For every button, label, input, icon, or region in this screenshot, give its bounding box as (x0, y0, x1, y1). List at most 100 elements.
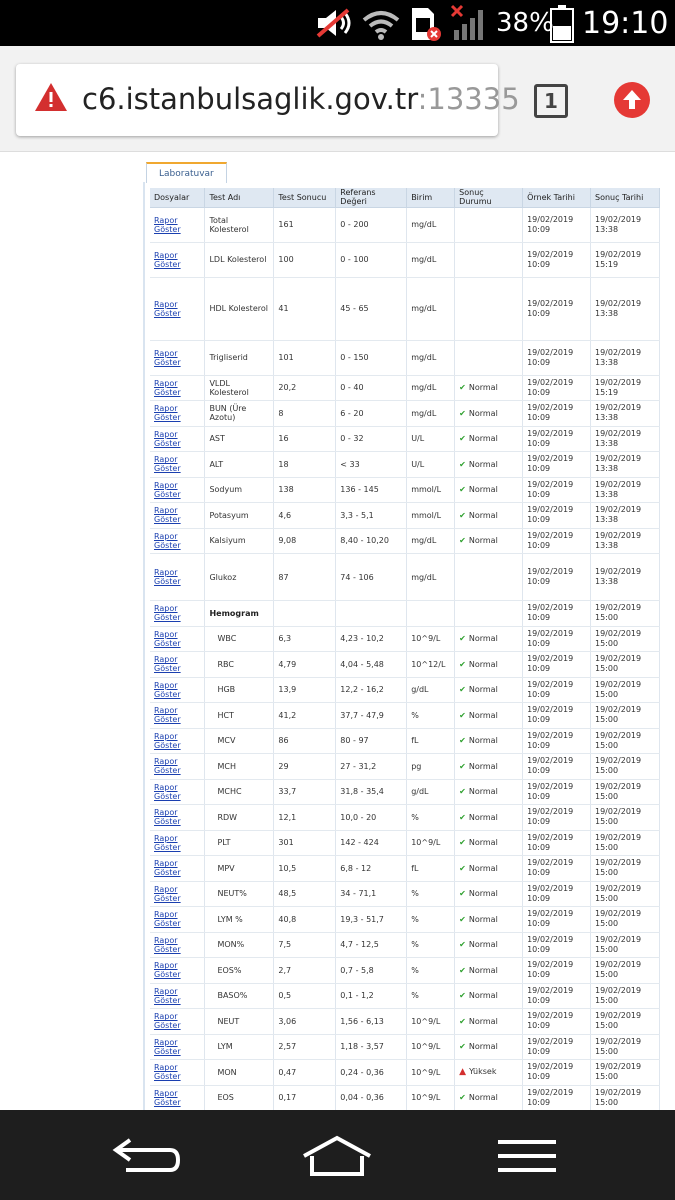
cell-referans: 45 - 65 (335, 277, 408, 341)
rapor-goster-link[interactable]: Rapor Göster (154, 349, 181, 367)
cell-dosya[interactable]: Rapor Göster (150, 400, 206, 427)
cell-test-sonucu: 100 (273, 242, 337, 278)
cell-dosya[interactable]: Rapor Göster (150, 426, 206, 452)
cell-dosya[interactable]: Rapor Göster (150, 528, 206, 554)
reference-range: 12,2 - 16,2 (340, 685, 384, 695)
tab-laboratuvar[interactable]: Laboratuvar (146, 162, 227, 183)
reference-range: 0,24 - 0,36 (340, 1067, 384, 1077)
rapor-goster-link[interactable]: Rapor Göster (154, 506, 181, 524)
cell-dosya[interactable]: Rapor Göster (150, 1008, 206, 1035)
cell-dosya[interactable]: Rapor Göster (150, 207, 206, 243)
cell-dosya[interactable]: Rapor Göster (150, 728, 206, 754)
cell-sonuc-tarihi: 19/02/2019 15:00 (590, 1034, 660, 1060)
cell-referans: 6,8 - 12 (335, 855, 408, 882)
cell-dosya[interactable]: Rapor Göster (150, 1059, 206, 1086)
cell-dosya[interactable]: Rapor Göster (150, 451, 206, 478)
cell-test-sonucu: 8 (273, 400, 337, 427)
rapor-goster-link[interactable]: Rapor Göster (154, 481, 181, 499)
header-test-adi[interactable]: Test Adı (204, 188, 275, 208)
warning-icon[interactable] (34, 82, 68, 112)
cell-dosya[interactable]: Rapor Göster (150, 753, 206, 780)
rapor-goster-link[interactable]: Rapor Göster (154, 706, 181, 724)
cell-dosya[interactable]: Rapor Göster (150, 779, 206, 805)
header-test-sonucu[interactable]: Test Sonucu (273, 188, 337, 208)
cell-dosya[interactable]: Rapor Göster (150, 1034, 206, 1060)
cell-dosya[interactable]: Rapor Göster (150, 1085, 206, 1110)
rapor-goster-link[interactable]: Rapor Göster (154, 604, 181, 622)
rapor-goster-link[interactable]: Rapor Göster (154, 757, 181, 775)
cell-dosya[interactable]: Rapor Göster (150, 677, 206, 703)
rapor-goster-link[interactable]: Rapor Göster (154, 936, 181, 954)
unit: g/dL (411, 787, 429, 797)
cell-referans: 1,18 - 3,57 (335, 1034, 408, 1060)
rapor-goster-link[interactable]: Rapor Göster (154, 732, 181, 750)
header-ornek-tarihi[interactable]: Örnek Tarihi (522, 188, 591, 208)
rapor-goster-link[interactable]: Rapor Göster (154, 655, 181, 673)
header-dosyalar[interactable]: Dosyalar (150, 188, 206, 208)
rapor-goster-link[interactable]: Rapor Göster (154, 859, 181, 877)
rapor-goster-link[interactable]: Rapor Göster (154, 455, 181, 473)
header-sonuc-durumu[interactable]: Sonuç Durumu (454, 188, 524, 208)
check-icon: ✔ (459, 736, 466, 746)
status-text: Normal (468, 965, 498, 975)
cell-dosya[interactable]: Rapor Göster (150, 983, 206, 1009)
header-birim[interactable]: Birim (406, 188, 456, 208)
cell-dosya[interactable]: Rapor Göster (150, 242, 206, 278)
rapor-goster-link[interactable]: Rapor Göster (154, 783, 181, 801)
cell-dosya[interactable]: Rapor Göster (150, 600, 206, 627)
rapor-goster-link[interactable]: Rapor Göster (154, 568, 181, 586)
rapor-goster-link[interactable]: Rapor Göster (154, 532, 181, 550)
back-icon[interactable] (112, 1136, 184, 1176)
header-referans-degeri[interactable]: Referans Değeri (335, 188, 408, 208)
rapor-goster-link[interactable]: Rapor Göster (154, 987, 181, 1005)
rapor-goster-link[interactable]: Rapor Göster (154, 910, 181, 928)
cell-dosya[interactable]: Rapor Göster (150, 881, 206, 907)
test-name: NEUT (217, 1016, 240, 1026)
rapor-goster-link[interactable]: Rapor Göster (154, 808, 181, 826)
rapor-goster-link[interactable]: Rapor Göster (154, 300, 181, 318)
cell-dosya[interactable]: Rapor Göster (150, 804, 206, 831)
url-text[interactable]: c6.istanbulsaglik.gov.tr:13335 (82, 82, 520, 116)
cell-dosya[interactable]: Rapor Göster (150, 906, 206, 933)
cell-dosya[interactable]: Rapor Göster (150, 932, 206, 958)
rapor-goster-link[interactable]: Rapor Göster (154, 1063, 181, 1081)
cell-dosya[interactable]: Rapor Göster (150, 651, 206, 678)
cell-dosya[interactable]: Rapor Göster (150, 340, 206, 376)
rapor-goster-link[interactable]: Rapor Göster (154, 885, 181, 903)
cell-dosya[interactable]: Rapor Göster (150, 830, 206, 856)
sample-time: 10:09 (527, 224, 551, 234)
home-icon[interactable] (300, 1134, 374, 1178)
rapor-goster-link[interactable]: Rapor Göster (154, 630, 181, 648)
rapor-goster-link[interactable]: Rapor Göster (154, 404, 181, 422)
rapor-goster-link[interactable]: Rapor Göster (154, 681, 181, 699)
rapor-goster-link[interactable]: Rapor Göster (154, 961, 181, 979)
update-button[interactable] (614, 82, 650, 118)
cell-dosya[interactable]: Rapor Göster (150, 502, 206, 529)
cell-dosya[interactable]: Rapor Göster (150, 553, 206, 601)
url-bar[interactable]: c6.istanbulsaglik.gov.tr:13335 (16, 64, 520, 136)
cell-dosya[interactable]: Rapor Göster (150, 375, 206, 401)
rapor-goster-link[interactable]: Rapor Göster (154, 1012, 181, 1030)
cell-sonuc-tarihi: 19/02/2019 15:00 (590, 728, 660, 754)
header-sonuc-tarihi[interactable]: Sonuç Tarihi (590, 188, 660, 208)
table-row: Rapor Göster HCT 41,2 37,7 - 47,9% ✔ Normal 19… (150, 702, 660, 729)
cell-dosya[interactable]: Rapor Göster (150, 626, 206, 652)
cell-dosya[interactable]: Rapor Göster (150, 477, 206, 503)
result-date: 19/02/2019 (595, 567, 642, 576)
test-name: Glukoz (209, 572, 237, 582)
menu-icon[interactable] (496, 1138, 558, 1174)
cell-dosya[interactable]: Rapor Göster (150, 957, 206, 984)
rapor-goster-link[interactable]: Rapor Göster (154, 834, 181, 852)
rapor-goster-link[interactable]: Rapor Göster (154, 430, 181, 448)
cell-dosya[interactable]: Rapor Göster (150, 702, 206, 729)
rapor-goster-link[interactable]: Rapor Göster (154, 1038, 181, 1056)
cell-dosya[interactable]: Rapor Göster (150, 855, 206, 882)
cell-sonuc-tarihi: 19/02/2019 13:38 (590, 340, 660, 376)
rapor-goster-link[interactable]: Rapor Göster (154, 1089, 181, 1107)
cell-dosya[interactable]: Rapor Göster (150, 277, 206, 341)
rapor-goster-link[interactable]: Rapor Göster (154, 216, 181, 234)
tabs-button[interactable]: 1 (534, 84, 568, 118)
rapor-goster-link[interactable]: Rapor Göster (154, 379, 181, 397)
rapor-goster-link[interactable]: Rapor Göster (154, 251, 181, 269)
unit: mmol/L (411, 510, 442, 520)
